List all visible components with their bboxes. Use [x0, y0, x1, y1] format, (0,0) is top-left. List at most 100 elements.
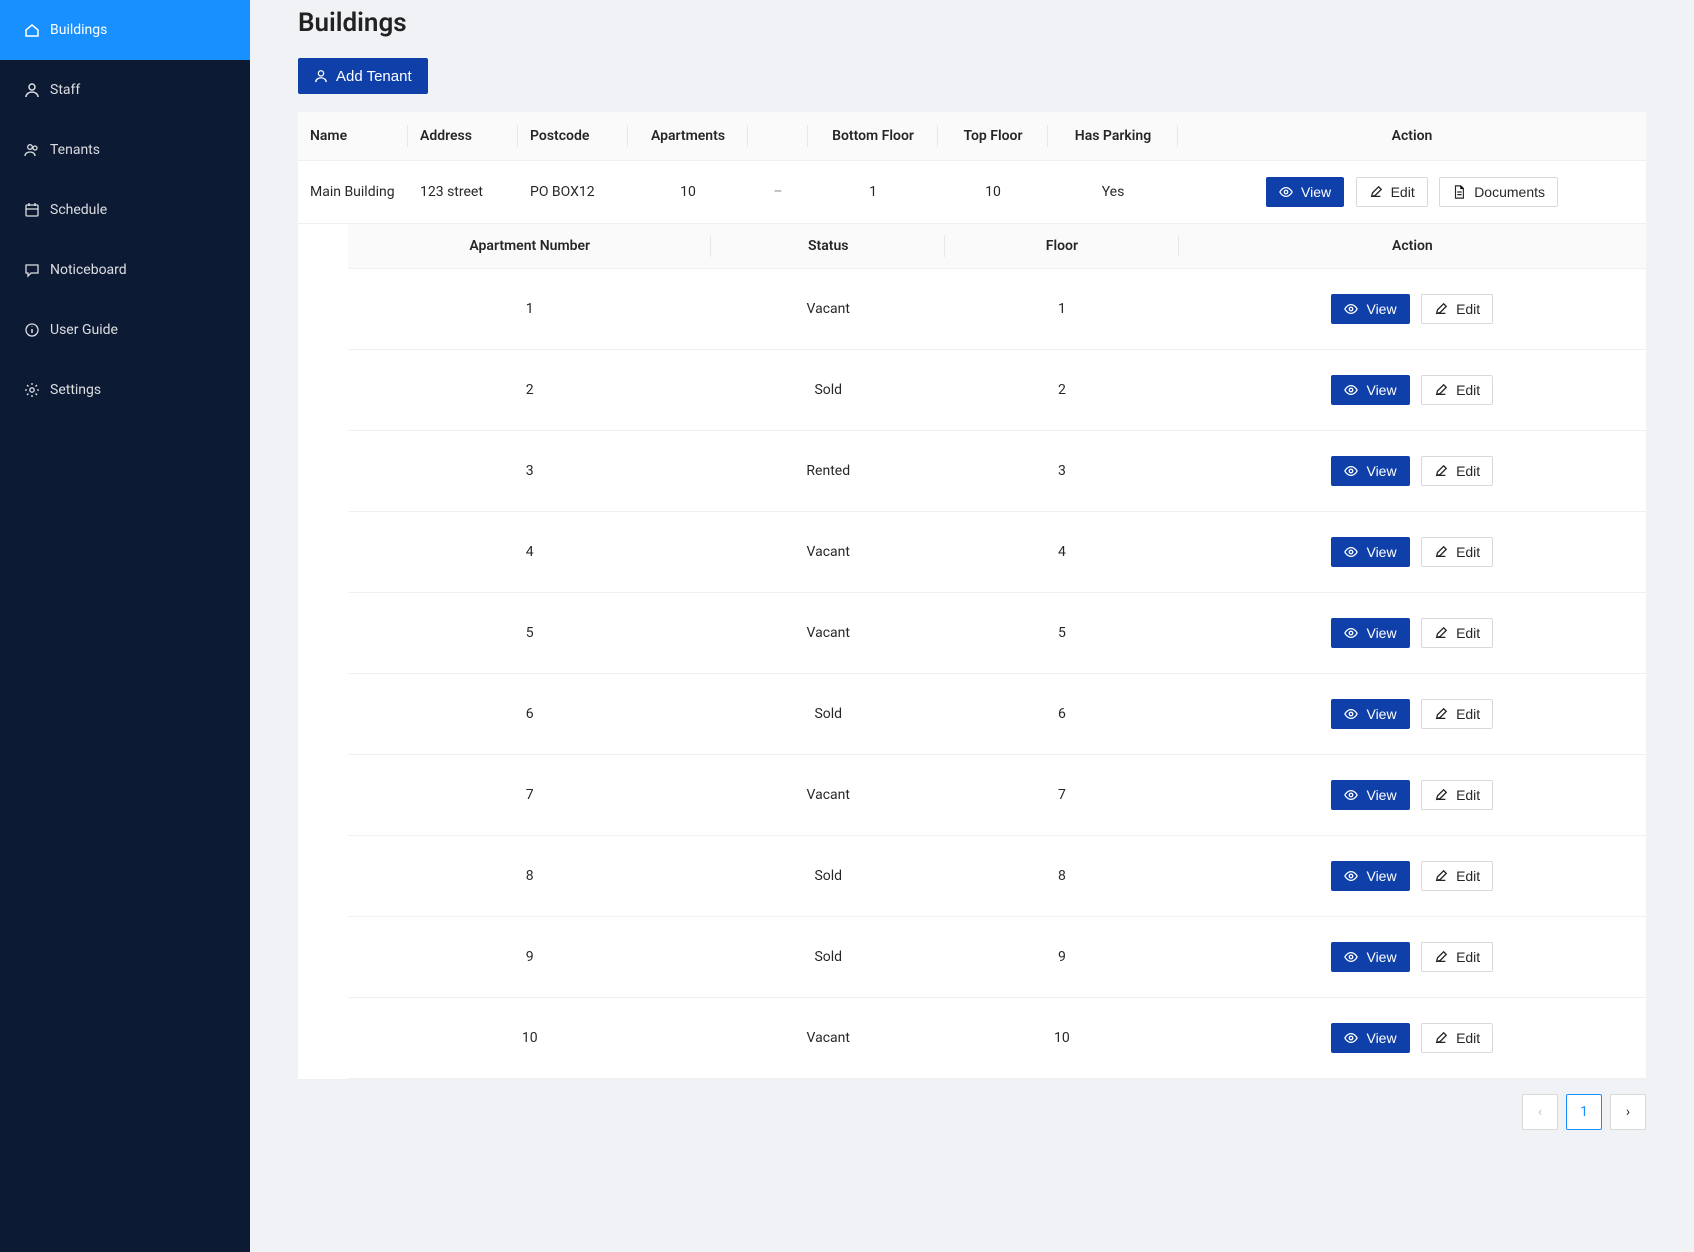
edit-apartment-button[interactable]: Edit	[1421, 375, 1493, 405]
view-apartment-button[interactable]: View	[1331, 618, 1409, 648]
documents-building-button[interactable]: Documents	[1439, 177, 1558, 207]
edit-apartment-button[interactable]: Edit	[1421, 618, 1493, 648]
apartment-row: 6Sold6View Edit	[348, 674, 1646, 755]
view-apartment-button[interactable]: View	[1331, 780, 1409, 810]
page-number: 1	[1580, 1104, 1588, 1120]
apartments-table: Apartment Number Status Floor Action 1Va…	[348, 224, 1646, 1079]
edit-apartment-button[interactable]: Edit	[1421, 537, 1493, 567]
edit-label: Edit	[1456, 707, 1480, 721]
apartment-number: 4	[348, 512, 711, 593]
col-name: Name	[298, 112, 408, 161]
apartment-status: Vacant	[711, 269, 945, 350]
sidebar-item-tenants[interactable]: Tenants	[0, 120, 250, 180]
sidebar-item-buildings[interactable]: Buildings	[0, 0, 250, 60]
edit-apartment-button[interactable]: Edit	[1421, 1023, 1493, 1053]
page-title: Buildings	[298, 8, 1646, 38]
apartment-row: 9Sold9View Edit	[348, 917, 1646, 998]
edit-label: Edit	[1456, 464, 1480, 478]
apartment-status: Sold	[711, 350, 945, 431]
edit-apartment-button[interactable]: Edit	[1421, 294, 1493, 324]
user-icon	[314, 69, 328, 83]
page-1-button[interactable]: 1	[1566, 1094, 1602, 1130]
sidebar-item-noticeboard[interactable]: Noticeboard	[0, 240, 250, 300]
edit-apartment-button[interactable]: Edit	[1421, 456, 1493, 486]
building-top-floor: 10	[938, 161, 1048, 224]
edit-icon	[1434, 383, 1448, 397]
apartment-number: 3	[348, 431, 711, 512]
chevron-left-icon: ‹	[1538, 1104, 1542, 1120]
calendar-icon	[24, 202, 40, 218]
apartment-floor: 7	[945, 755, 1179, 836]
apartment-floor: 2	[945, 350, 1179, 431]
apartment-status: Vacant	[711, 755, 945, 836]
col-postcode: Postcode	[518, 112, 628, 161]
view-apartment-button[interactable]: View	[1331, 375, 1409, 405]
edit-apartment-button[interactable]: Edit	[1421, 699, 1493, 729]
view-apartment-button[interactable]: View	[1331, 1023, 1409, 1053]
edit-icon	[1369, 185, 1383, 199]
col-apartments: Apartments	[628, 112, 748, 161]
chevron-right-icon: ›	[1626, 1104, 1630, 1120]
sidebar-item-settings[interactable]: Settings	[0, 360, 250, 420]
apartment-row: 4Vacant4View Edit	[348, 512, 1646, 593]
view-apartment-button[interactable]: View	[1331, 699, 1409, 729]
apartment-status: Vacant	[711, 512, 945, 593]
apartment-actions: View Edit	[1179, 512, 1646, 593]
apartment-number: 1	[348, 269, 711, 350]
col-address: Address	[408, 112, 518, 161]
sidebar-item-label: Schedule	[50, 202, 107, 218]
next-page-button[interactable]: ›	[1610, 1094, 1646, 1130]
view-label: View	[1366, 788, 1396, 802]
sidebar-item-staff[interactable]: Staff	[0, 60, 250, 120]
view-label: View	[1366, 1031, 1396, 1045]
edit-label: Edit	[1456, 302, 1480, 316]
apartment-floor: 8	[945, 836, 1179, 917]
prev-page-button[interactable]: ‹	[1522, 1094, 1558, 1130]
eye-icon	[1279, 185, 1293, 199]
view-apartment-button[interactable]: View	[1331, 294, 1409, 324]
add-tenant-label: Add Tenant	[336, 69, 412, 84]
view-label: View	[1366, 545, 1396, 559]
main-content: Buildings Add Tenant Name Address Postco…	[250, 0, 1694, 1252]
col-top-floor: Top Floor	[938, 112, 1048, 161]
expand-toggle[interactable]: –	[748, 161, 808, 224]
edit-apartment-button[interactable]: Edit	[1421, 861, 1493, 891]
col-has-parking: Has Parking	[1048, 112, 1178, 161]
col-action: Action	[1178, 112, 1646, 161]
apartment-number: 9	[348, 917, 711, 998]
view-apartment-button[interactable]: View	[1331, 456, 1409, 486]
building-has-parking: Yes	[1048, 161, 1178, 224]
view-label: View	[1366, 707, 1396, 721]
eye-icon	[1344, 383, 1358, 397]
view-apartment-button[interactable]: View	[1331, 861, 1409, 891]
add-tenant-button[interactable]: Add Tenant	[298, 58, 428, 94]
apartment-status: Vacant	[711, 593, 945, 674]
apartment-row: 10Vacant10View Edit	[348, 998, 1646, 1079]
view-apartment-button[interactable]: View	[1331, 537, 1409, 567]
col-status: Status	[711, 224, 945, 269]
view-apartment-button[interactable]: View	[1331, 942, 1409, 972]
apartment-status: Vacant	[711, 998, 945, 1079]
edit-icon	[1434, 707, 1448, 721]
edit-apartment-button[interactable]: Edit	[1421, 942, 1493, 972]
col-bottom-floor: Bottom Floor	[808, 112, 938, 161]
edit-label: Edit	[1456, 545, 1480, 559]
sidebar-item-schedule[interactable]: Schedule	[0, 180, 250, 240]
sidebar-item-user-guide[interactable]: User Guide	[0, 300, 250, 360]
chat-icon	[24, 262, 40, 278]
apartment-row: 1Vacant1View Edit	[348, 269, 1646, 350]
eye-icon	[1344, 788, 1358, 802]
buildings-table: Name Address Postcode Apartments Bottom …	[298, 112, 1646, 1080]
apartment-actions: View Edit	[1179, 431, 1646, 512]
edit-building-button[interactable]: Edit	[1356, 177, 1428, 207]
eye-icon	[1344, 1031, 1358, 1045]
sidebar-item-label: Noticeboard	[50, 262, 127, 278]
view-building-button[interactable]: View	[1266, 177, 1344, 207]
apartment-row: 5Vacant5View Edit	[348, 593, 1646, 674]
edit-apartment-button[interactable]: Edit	[1421, 780, 1493, 810]
apartment-status: Rented	[711, 431, 945, 512]
edit-label: Edit	[1456, 383, 1480, 397]
view-label: View	[1366, 302, 1396, 316]
building-postcode: PO BOX12	[518, 161, 628, 224]
view-label: View	[1366, 464, 1396, 478]
